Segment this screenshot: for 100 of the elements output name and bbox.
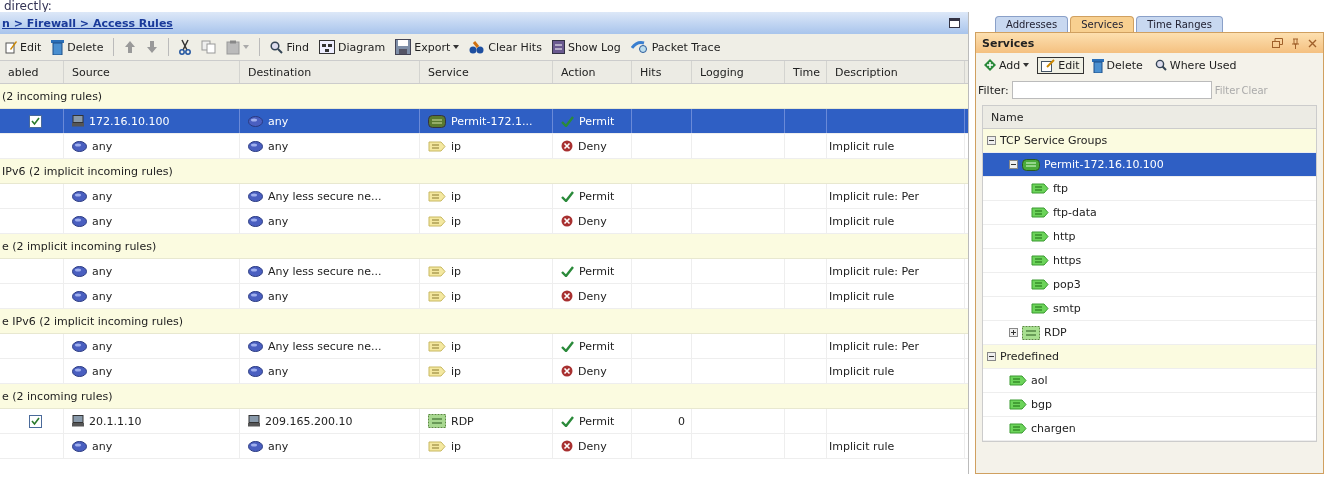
column-header[interactable]: Service	[420, 61, 553, 83]
delete-button[interactable]: Delete	[1087, 55, 1147, 75]
add-button[interactable]: Add	[980, 56, 1034, 74]
clear-button[interactable]: Clear Hits	[466, 37, 545, 57]
computer-icon	[72, 415, 84, 427]
column-header[interactable]: Hits	[632, 61, 692, 83]
description-text: Implicit rule	[829, 289, 895, 303]
cell-text: ip	[451, 189, 462, 203]
panel-title: Services	[982, 36, 1036, 50]
service-tag-icon	[428, 365, 446, 377]
service-tag-icon	[428, 440, 446, 452]
tree-item[interactable]: ftp-data	[983, 201, 1316, 225]
tab[interactable]: Time Ranges	[1136, 16, 1223, 32]
column-header[interactable]: Time	[785, 61, 827, 83]
close-icon[interactable]	[1308, 38, 1317, 48]
group-row[interactable]: e IPv6 (2 implicit incoming rules)	[0, 309, 968, 334]
collapse-icon[interactable]	[987, 352, 996, 361]
pin-icon[interactable]	[1291, 37, 1300, 49]
group-row[interactable]: IPv6 (2 implicit incoming rules)	[0, 159, 968, 184]
delete-button[interactable]: Delete	[48, 37, 107, 57]
where-button[interactable]: Where Used	[1150, 56, 1241, 74]
tab[interactable]: Services	[1070, 16, 1135, 32]
rule-row[interactable]: any Any less secure ne... ip Permit Implicit rule: Per	[0, 259, 968, 284]
deny-icon	[561, 215, 573, 227]
find-button[interactable]: Find	[267, 38, 312, 56]
cell-text: any	[92, 214, 113, 228]
diagram-button[interactable]: Diagram	[316, 38, 389, 56]
tree-label: ftp-data	[1053, 206, 1097, 219]
service-tag-icon	[428, 140, 446, 152]
filter-field[interactable]	[1011, 81, 1212, 99]
expand-icon[interactable]	[1009, 328, 1018, 337]
tree-item[interactable]: pop3	[983, 273, 1316, 297]
collapse-icon[interactable]	[987, 136, 996, 145]
network-icon	[248, 340, 263, 352]
cell-text: any	[268, 439, 289, 453]
tree-label: TCP Service Groups	[1000, 134, 1108, 147]
tree-item[interactable]: Permit-172.16.10.100	[983, 153, 1316, 177]
edit-icon	[1041, 58, 1056, 72]
column-header[interactable]: Destination	[240, 61, 420, 83]
group-label: (2 incoming rules)	[2, 89, 103, 103]
export-button[interactable]: Export	[392, 37, 463, 57]
column-header[interactable]: abled	[0, 61, 64, 83]
tree-label: pop3	[1053, 278, 1081, 291]
cell-text: ip	[451, 364, 462, 378]
tab[interactable]: Addresses	[995, 16, 1069, 32]
down-arrow-icon	[146, 40, 159, 54]
column-header[interactable]: Name	[983, 106, 1316, 129]
tree-item[interactable]: aol	[983, 369, 1316, 393]
column-header[interactable]: Action	[553, 61, 632, 83]
rule-row[interactable]: any any ip Deny Implicit rule	[0, 434, 968, 459]
tree-item[interactable]: bgp	[983, 393, 1316, 417]
pencil-icon	[5, 40, 17, 54]
group-row[interactable]: e (2 implicit incoming rules)	[0, 234, 968, 259]
caret-icon	[243, 45, 250, 49]
packet-trace-icon	[630, 40, 649, 54]
cell-text: ip	[451, 139, 462, 153]
binoculars-icon	[469, 39, 486, 55]
tree-item[interactable]: https	[983, 249, 1316, 273]
column-header[interactable]: Source	[64, 61, 240, 83]
tree-item[interactable]: chargen	[983, 417, 1316, 441]
checkbox[interactable]	[29, 414, 42, 428]
description-text: Implicit rule	[829, 214, 895, 228]
group-row[interactable]: (2 incoming rules)	[0, 84, 968, 109]
column-header[interactable]: Description	[827, 61, 965, 83]
tree-item[interactable]: ftp	[983, 177, 1316, 201]
edit-button[interactable]: Edit	[2, 38, 45, 56]
rule-row[interactable]: any Any less secure ne... ip Permit Implicit rule: Per	[0, 184, 968, 209]
edit-button[interactable]: Edit	[1037, 56, 1084, 74]
checkbox[interactable]	[29, 114, 42, 128]
breadcrumb-link[interactable]: n > Firewall > Access Rules	[2, 16, 173, 30]
rule-row[interactable]: 172.16.10.100 any Permit-172.1... Permit	[0, 109, 968, 134]
cell-text: any	[92, 264, 113, 278]
service-tag-icon	[1031, 183, 1049, 194]
deny-icon	[561, 440, 573, 452]
cell-text: Any less secure ne...	[268, 189, 382, 203]
network-icon	[72, 215, 87, 227]
rule-row[interactable]: 20.1.1.10 209.165.200.10 RDP Permit 0	[0, 409, 968, 434]
cell-text: Permit	[579, 414, 615, 428]
tree-label: ftp	[1053, 182, 1068, 195]
up-arrow-icon	[124, 40, 137, 54]
trace-button[interactable]: Packet Trace	[627, 38, 724, 56]
cell-text: Deny	[578, 364, 607, 378]
collapse-icon[interactable]	[1009, 160, 1018, 169]
column-header[interactable]: Logging	[692, 61, 785, 83]
rule-row[interactable]: any Any less secure ne... ip Permit Implicit rule: Per	[0, 334, 968, 359]
check-icon	[561, 190, 574, 202]
tree-item[interactable]: smtp	[983, 297, 1316, 321]
caption-text: directly:	[3, 0, 53, 12]
restore-icon[interactable]	[1272, 38, 1283, 48]
tree-item[interactable]: Predefined	[983, 345, 1316, 369]
group-row[interactable]: e (2 incoming rules)	[0, 384, 968, 409]
cell-text: 209.165.200.10	[265, 414, 353, 428]
service-group-icon	[1022, 158, 1040, 171]
maximize-icon[interactable]	[949, 18, 960, 28]
tree-item[interactable]: TCP Service Groups	[983, 129, 1316, 153]
cell-text: any	[92, 289, 113, 303]
description-text: Implicit rule	[829, 139, 895, 153]
log-button[interactable]: Show Log	[548, 38, 624, 56]
tree-item[interactable]: http	[983, 225, 1316, 249]
cell-text: ip	[451, 339, 462, 353]
